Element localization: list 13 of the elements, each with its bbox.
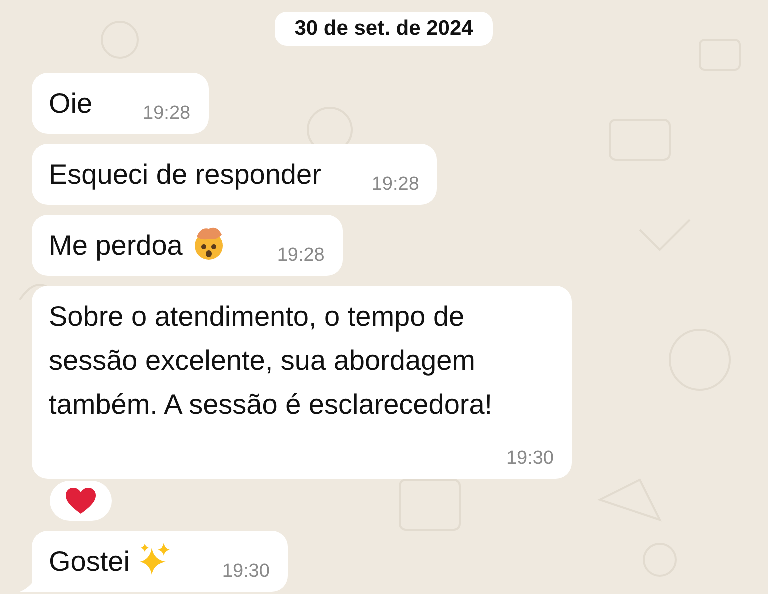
message-text: Sobre o atendimento, o tempo de sessão excelente, sua abordagem também. A sessão é esclarecedora! xyxy=(49,301,493,420)
message-text: Esqueci de responder xyxy=(49,159,322,190)
message-time: 19:28 xyxy=(372,173,420,197)
message-text: Gostei xyxy=(49,546,130,577)
heart-icon xyxy=(66,488,96,514)
message-time: 19:28 xyxy=(277,244,325,268)
message-text: Oie xyxy=(49,88,93,119)
date-label: 30 de set. de 2024 xyxy=(274,12,494,46)
message-text: Me perdoa xyxy=(49,230,183,261)
message-time: 19:28 xyxy=(143,102,191,126)
reaction-badge[interactable] xyxy=(50,481,112,521)
message-time: 19:30 xyxy=(222,560,270,584)
message-time: 19:30 xyxy=(506,447,554,471)
